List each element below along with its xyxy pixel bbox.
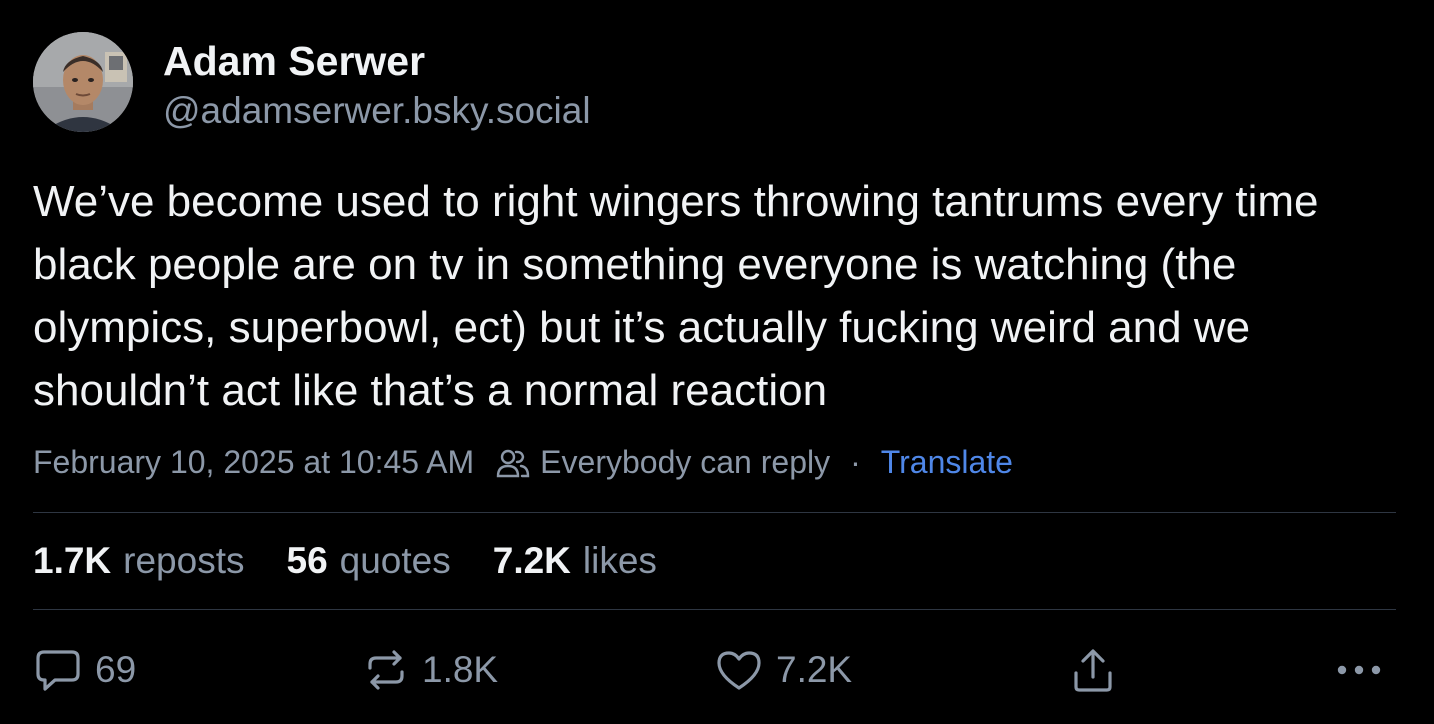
repost-icon (368, 650, 404, 690)
divider (33, 512, 1396, 513)
repost-button[interactable]: 1.8K (364, 640, 498, 700)
heart-icon (717, 651, 761, 690)
post-text: We’ve become used to right wingers throw… (33, 177, 1319, 415)
reposts-stat[interactable]: 1.7K reposts (33, 540, 245, 582)
quotes-count: 56 (286, 540, 328, 581)
avatar-image (33, 32, 133, 132)
likes-label: likes (582, 540, 657, 581)
more-options-button[interactable] (1336, 640, 1382, 700)
repost-count: 1.8K (422, 649, 499, 690)
people-icon (496, 448, 530, 478)
likes-stat[interactable]: 7.2K likes (493, 540, 657, 582)
reposts-label: reposts (123, 540, 245, 581)
like-count: 7.2K (776, 649, 853, 690)
reply-setting[interactable]: Everybody can reply (540, 444, 830, 481)
reply-button[interactable]: 69 (35, 640, 136, 700)
reply-count: 69 (95, 649, 137, 690)
more-icon (1337, 665, 1381, 675)
share-button[interactable] (1072, 640, 1114, 700)
likes-count: 7.2K (492, 540, 571, 581)
translate-link[interactable]: Translate (881, 444, 1013, 481)
engagement-stats: 1.7K reposts 56 quotes 7.2K likes (33, 540, 699, 582)
reposts-count: 1.7K (33, 540, 112, 581)
quotes-label: quotes (339, 540, 451, 581)
avatar[interactable] (33, 32, 133, 132)
author-handle[interactable]: @adamserwer.bsky.social (163, 90, 591, 132)
share-icon (1074, 649, 1112, 692)
quotes-stat[interactable]: 56 quotes (287, 540, 451, 582)
divider (33, 609, 1396, 610)
meta-separator: · (850, 444, 861, 480)
action-bar: 69 1.8K 7.2K (0, 640, 1434, 700)
post-timestamp: February 10, 2025 at 10:45 AM (33, 444, 475, 480)
reply-icon (36, 650, 80, 691)
post-thread-view: Adam Serwer @adamserwer.bsky.social We’v… (0, 0, 1434, 724)
like-button[interactable]: 7.2K (716, 640, 852, 700)
author-display-name[interactable]: Adam Serwer (163, 38, 425, 85)
post-meta: February 10, 2025 at 10:45 AM Everybody … (33, 444, 1013, 481)
